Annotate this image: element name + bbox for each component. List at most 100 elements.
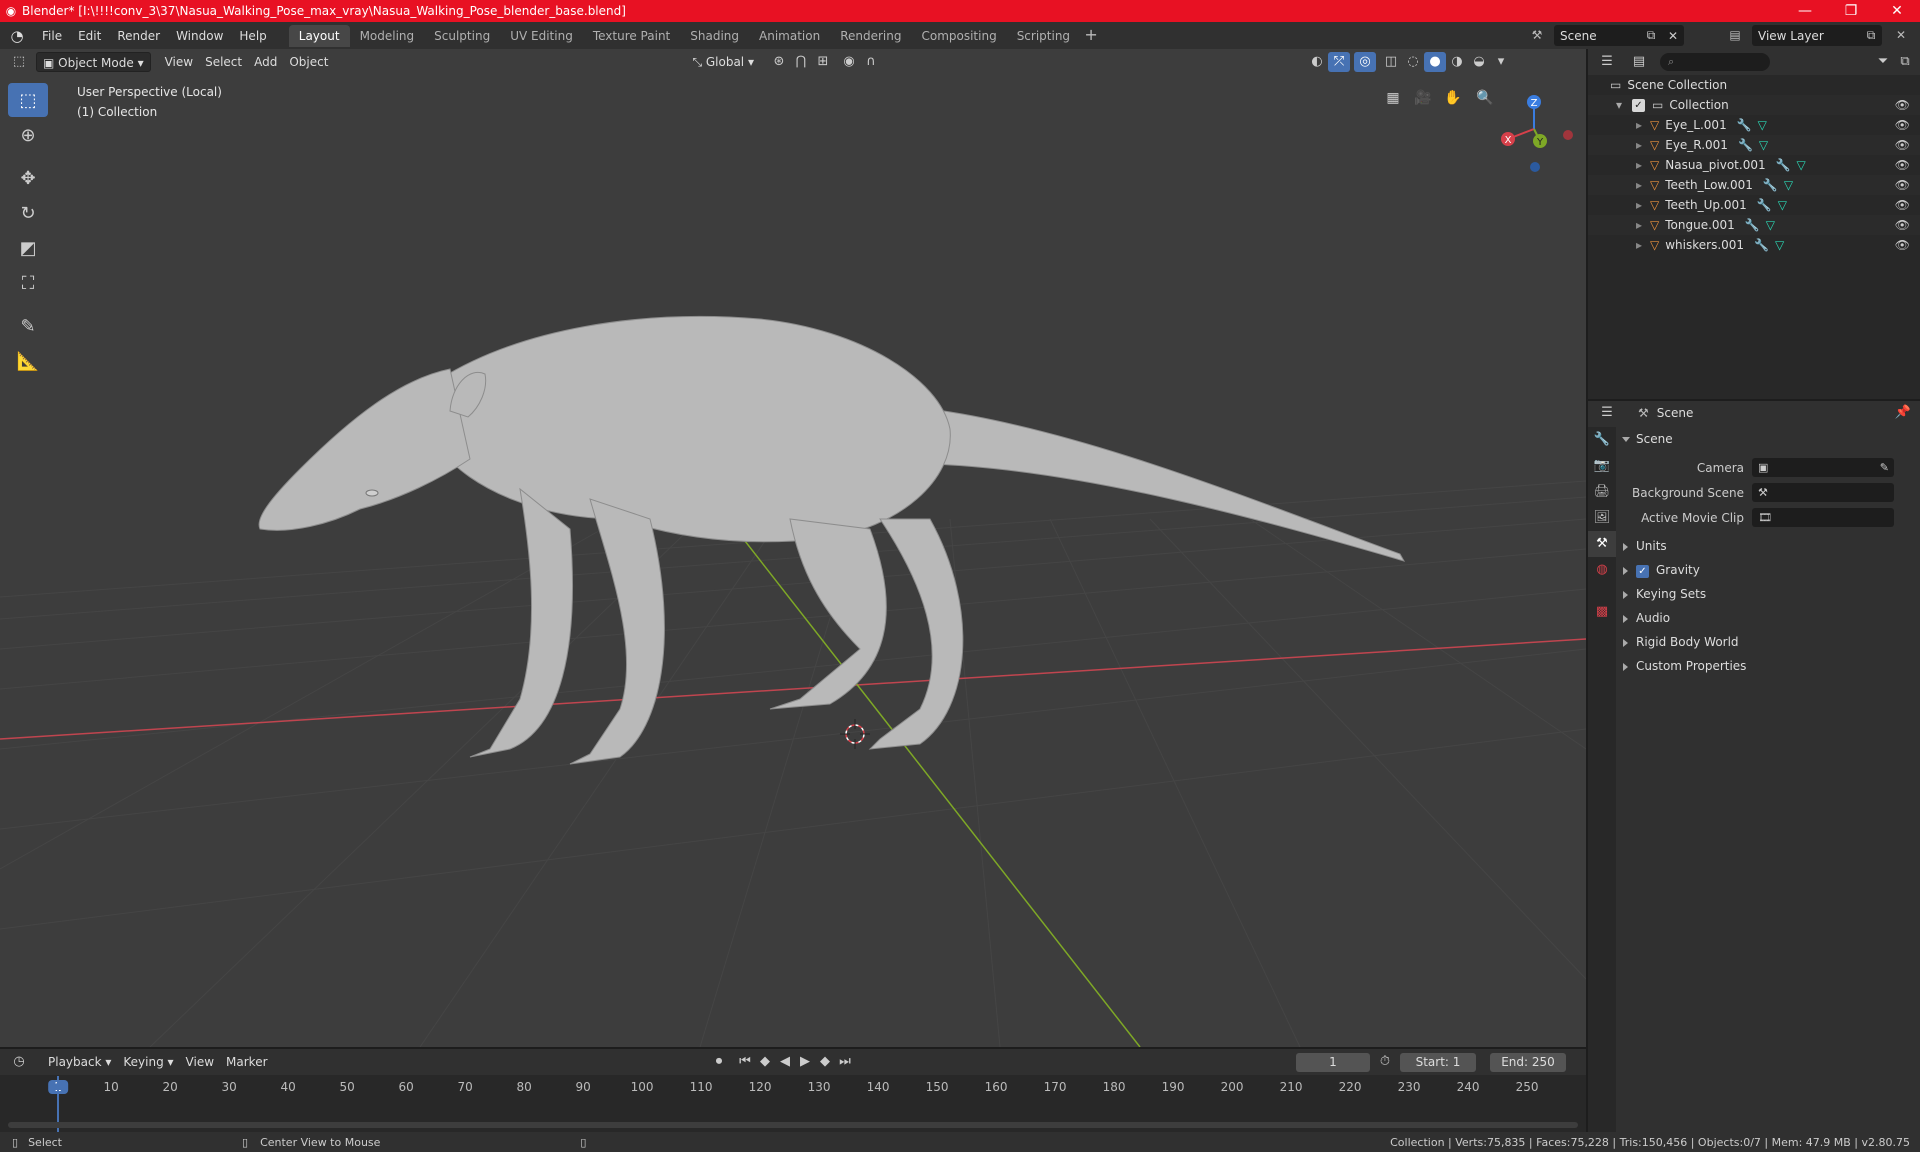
play-reverse-icon[interactable]: ◀ [774,1052,796,1072]
view-layer-name[interactable]: View Layer [1752,29,1824,43]
mesh-data-icon[interactable]: ▽ [1784,178,1793,192]
proportional-edit-icon[interactable]: ◉ [838,52,860,72]
menu-help[interactable]: Help [231,25,274,47]
scene-panel-header[interactable]: Scene [1618,427,1920,451]
tab-animation[interactable]: Animation [749,25,830,47]
outliner-object-row[interactable]: ▸ ▽ Teeth_Up.001 🔧 ▽ 👁 [1588,195,1920,215]
outliner-object-row[interactable]: ▸ ▽ Tongue.001 🔧 ▽ 👁 [1588,215,1920,235]
modifier-wrench-icon[interactable]: 🔧 [1776,158,1791,172]
snap-magnet-icon[interactable]: ⋂ [790,52,812,72]
eyedropper-icon[interactable]: ✎ [1880,461,1889,474]
rendered-shading-icon[interactable]: ◒ [1468,52,1490,72]
new-scene-icon[interactable]: ⧉ [1640,28,1662,43]
mesh-data-icon[interactable]: ▽ [1797,158,1806,172]
close-button[interactable]: ✕ [1874,3,1920,19]
tab-output[interactable]: 🖨 [1588,479,1616,505]
tab-scripting[interactable]: Scripting [1007,25,1080,47]
eye-icon[interactable]: 👁 [1895,98,1910,112]
select-box-tool[interactable]: ⬚ [8,83,48,117]
current-frame-field[interactable]: 1 [1296,1053,1370,1072]
move-tool[interactable]: ✥ [8,161,48,195]
falloff-icon[interactable]: ∩ [860,52,882,72]
outliner-object-row[interactable]: ▸ ▽ Eye_R.001 🔧 ▽ 👁 [1588,135,1920,155]
shading-options-icon[interactable]: ▾ [1490,52,1512,72]
tab-compositing[interactable]: Compositing [911,25,1006,47]
eye-icon[interactable]: 👁 [1895,198,1910,212]
rotate-tool[interactable]: ↻ [8,196,48,230]
snap-target-icon[interactable]: ⊞ [812,52,834,72]
tab-texture-paint[interactable]: Texture Paint [583,25,680,47]
scene-name[interactable]: Scene [1554,29,1597,43]
minimize-button[interactable]: — [1782,3,1828,19]
expand-arrow-icon[interactable]: ▸ [1636,178,1650,192]
xray-toggle-icon[interactable]: ◫ [1380,52,1402,72]
modifier-wrench-icon[interactable]: 🔧 [1745,218,1760,232]
solid-shading-icon[interactable]: ● [1423,52,1446,72]
eye-icon[interactable]: 👁 [1895,238,1910,252]
gizmo-neg-x-axis[interactable] [1563,130,1573,140]
expand-arrow-icon[interactable]: ▸ [1636,218,1650,232]
marker-menu[interactable]: Marker [220,1052,273,1072]
audio-panel-header[interactable]: Audio [1618,606,1920,630]
camera-view-icon[interactable]: 🎥 [1410,85,1436,111]
menu-add[interactable]: Add [248,52,283,72]
mesh-data-icon[interactable]: ▽ [1775,238,1784,252]
eye-icon[interactable]: 👁 [1895,178,1910,192]
eye-icon[interactable]: 👁 [1895,158,1910,172]
outliner-collection[interactable]: ▾ ✓ ▭ Collection 👁 [1588,95,1920,115]
custom-properties-panel-header[interactable]: Custom Properties [1618,654,1920,678]
expand-arrow-icon[interactable]: ▸ [1636,238,1650,252]
view-layer-icon[interactable]: ▤ [1724,25,1746,46]
jump-to-start-icon[interactable]: ⏮ [734,1052,756,1072]
transform-tool[interactable]: ⛶ [8,266,48,300]
annotate-tool[interactable]: ✎ [8,309,48,343]
outliner-object-row[interactable]: ▸ ▽ whiskers.001 🔧 ▽ 👁 [1588,235,1920,255]
tab-render[interactable]: 📷 [1588,453,1616,479]
tab-world[interactable]: ◍ [1588,557,1616,583]
eye-icon[interactable]: 👁 [1895,118,1910,132]
measure-tool[interactable]: 📐 [8,344,48,378]
playback-menu[interactable]: Playback ▾ [42,1052,117,1072]
camera-field[interactable]: ▣ ✎ [1752,458,1894,477]
play-icon[interactable]: ▶ [794,1052,816,1072]
modifier-wrench-icon[interactable]: 🔧 [1754,238,1769,252]
outliner-object-row[interactable]: ▸ ▽ Nasua_pivot.001 🔧 ▽ 👁 [1588,155,1920,175]
timeline-editor-type-icon[interactable]: ◷ [8,1052,30,1072]
scene-type-icon[interactable]: ⚒ [1526,25,1548,46]
timeline-scrollbar[interactable] [8,1122,1578,1128]
material-shading-icon[interactable]: ◑ [1446,52,1468,72]
pivot-point-icon[interactable]: ⊛ [768,52,790,72]
show-gizmo-icon[interactable]: ⤱ [1327,52,1350,72]
jump-to-keyframe-forward-icon[interactable]: ◆ [814,1052,836,1072]
mesh-data-icon[interactable]: ▽ [1759,138,1768,152]
tab-shading[interactable]: Shading [680,25,749,47]
properties-editor-type-icon[interactable]: ☰ [1596,403,1618,423]
menu-object[interactable]: Object [283,52,334,72]
keying-sets-panel-header[interactable]: Keying Sets [1618,582,1920,606]
modifier-wrench-icon[interactable]: 🔧 [1757,198,1772,212]
gravity-panel-header[interactable]: ✓ Gravity [1618,558,1920,582]
timeline-view-menu[interactable]: View [180,1052,220,1072]
expand-arrow-icon[interactable]: ▸ [1636,198,1650,212]
gizmo-neg-z-axis[interactable] [1530,162,1540,172]
outliner-editor-type-icon[interactable]: ☰ [1596,52,1618,72]
gravity-checkbox[interactable]: ✓ [1636,565,1649,578]
eye-icon[interactable]: 👁 [1895,138,1910,152]
end-frame-field[interactable]: End: 250 [1490,1053,1566,1072]
mesh-data-icon[interactable]: ▽ [1778,198,1787,212]
delete-scene-icon[interactable]: ✕ [1662,29,1684,43]
jump-to-keyframe-back-icon[interactable]: ◆ [754,1052,776,1072]
tab-rendering[interactable]: Rendering [830,25,911,47]
tab-sculpting[interactable]: Sculpting [424,25,500,47]
visibility-selectability-icon[interactable]: ◐ [1306,52,1328,72]
pin-icon[interactable]: 📌 [1892,403,1914,423]
menu-file[interactable]: File [34,25,70,47]
maximize-button[interactable]: ❐ [1828,3,1874,19]
mesh-data-icon[interactable]: ▽ [1758,118,1767,132]
expand-arrow-icon[interactable]: ▸ [1636,158,1650,172]
keying-menu[interactable]: Keying ▾ [117,1052,179,1072]
eye-icon[interactable]: 👁 [1895,218,1910,232]
scale-tool[interactable]: ◩ [8,231,48,265]
toggle-grid-view-icon[interactable]: ▦ [1380,85,1406,111]
modifier-wrench-icon[interactable]: 🔧 [1738,138,1753,152]
